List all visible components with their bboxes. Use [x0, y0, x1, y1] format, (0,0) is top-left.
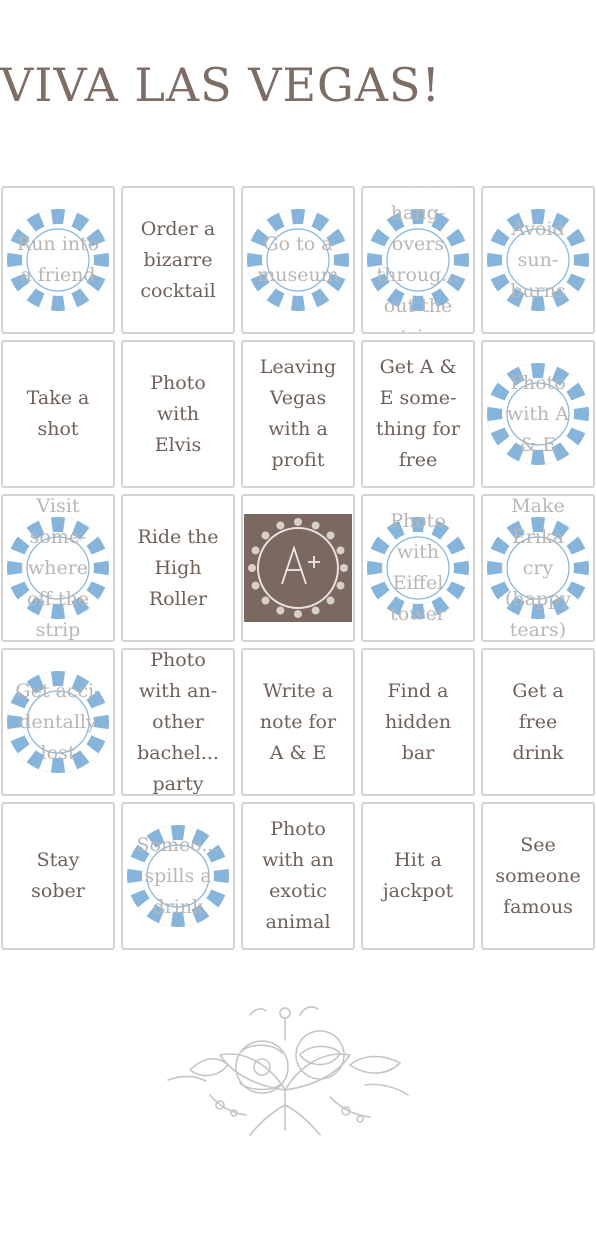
bingo-cell-label: Visit some- where off the strip [26, 494, 90, 641]
bingo-cell[interactable]: Visit some- where off the strip [1, 494, 115, 642]
bingo-free-space[interactable] [241, 494, 355, 642]
bingo-cell[interactable]: Avoid sun- burns [481, 186, 595, 334]
bingo-cell-label: Photo with A & E [507, 371, 569, 456]
bingo-cell[interactable]: Leaving Vegas with a profit [241, 340, 355, 488]
bingo-cell[interactable]: Ride the High Roller [121, 494, 235, 642]
bingo-cell-label: Without hang- overs throug... out the tr… [376, 188, 460, 332]
bingo-cell-label: Stay sober [31, 849, 85, 902]
bingo-cell[interactable]: Take a shot [1, 340, 115, 488]
bingo-cell-label: Go to a museum [257, 233, 339, 286]
bingo-cell-label: Someo... spills a drink [136, 833, 220, 918]
bingo-cell[interactable]: See someone famous [481, 802, 595, 950]
bingo-cell-label: Photo with an exotic animal [262, 818, 334, 933]
bingo-cell[interactable]: Run into a friend [1, 186, 115, 334]
bingo-cell[interactable]: Get A & E some- thing for free [361, 340, 475, 488]
bingo-cell-label: Order a bizarre cocktail [140, 217, 216, 302]
floral-bouquet-icon [167, 1006, 409, 1136]
bingo-cell-label: Ride the High Roller [137, 525, 219, 610]
bingo-cell[interactable]: Make Erika cry (happy tears) [481, 494, 595, 642]
bingo-cell-label: Photo with Elvis [150, 371, 206, 456]
bingo-cell[interactable]: Photo with Eiffel tower [361, 494, 475, 642]
bingo-cell-label: Photo with Eiffel tower [390, 510, 446, 625]
bingo-cell[interactable]: Write a note for A & E [241, 648, 355, 796]
bingo-cell-label: Find a hidden bar [384, 679, 452, 764]
bingo-cell-label: Hit a jackpot [382, 849, 454, 902]
bingo-cell[interactable]: Get acci- dentally lost [1, 648, 115, 796]
bingo-cell[interactable]: Stay sober [1, 802, 115, 950]
bingo-cell[interactable]: Without hang- overs throug... out the tr… [361, 186, 475, 334]
bingo-cell-label: Get a free drink [512, 679, 564, 764]
monogram-tile-icon [244, 514, 352, 622]
bingo-cell-label: Take a shot [26, 387, 90, 440]
bingo-cell-label: Write a note for A & E [259, 679, 337, 764]
bingo-cell-label: Photo with an- other bachel... party [137, 648, 219, 795]
bingo-board: Run into a friend Order a bizarre cocktai… [0, 186, 596, 950]
bingo-cell-label: Run into a friend [16, 233, 100, 286]
bingo-cell[interactable]: Order a bizarre cocktail [121, 186, 235, 334]
bingo-cell-label: Leaving Vegas with a profit [259, 356, 337, 471]
bingo-cell[interactable]: Photo with Elvis [121, 340, 235, 488]
bingo-cell-label: Get acci- dentally lost [15, 679, 101, 764]
page-title: VIVA LAS VEGAS! [0, 58, 441, 112]
bingo-cell[interactable]: Photo with an- other bachel... party [121, 648, 235, 796]
bingo-cell[interactable]: Someo... spills a drink [121, 802, 235, 950]
bingo-cell[interactable]: Find a hidden bar [361, 648, 475, 796]
bingo-cell[interactable]: Photo with an exotic animal [241, 802, 355, 950]
bingo-cell-label: See someone famous [495, 833, 581, 918]
bingo-cell[interactable]: Photo with A & E [481, 340, 595, 488]
bingo-cell-label: Get A & E some- thing for free [376, 356, 460, 471]
bingo-cell[interactable]: Get a free drink [481, 648, 595, 796]
bingo-cell[interactable]: Go to a museum [241, 186, 355, 334]
bingo-cell[interactable]: Hit a jackpot [361, 802, 475, 950]
bingo-cell-label: Avoid sun- burns [510, 217, 566, 302]
bingo-cell-label: Make Erika cry (happy tears) [504, 494, 572, 641]
